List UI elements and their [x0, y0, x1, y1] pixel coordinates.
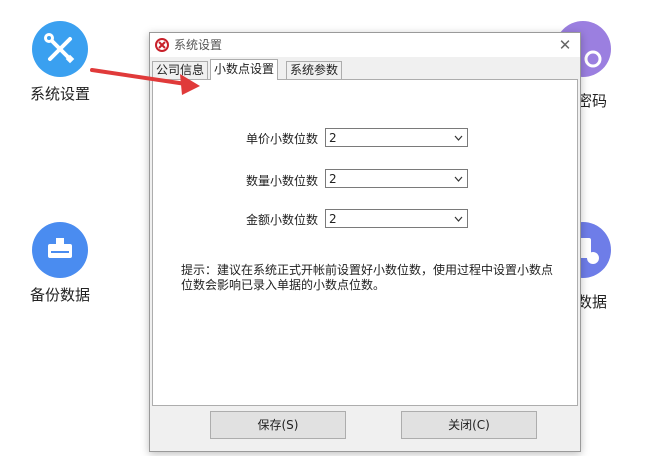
dialog-title: 系统设置: [174, 38, 223, 52]
system-settings-dialog: 系统设置 ✕ 公司信息 小数点设置 系统参数 单价小数位数 2 数量小数位数 2…: [149, 32, 581, 452]
hint-text: 提示：建议在系统正式开帐前设置好小数位数，使用过程中设置小数点位数会影响已录入单…: [181, 263, 554, 292]
tab-decimal-settings[interactable]: 小数点设置: [210, 59, 279, 80]
amount-decimals-label: 金额小数位数: [245, 213, 318, 227]
tools-icon: [32, 21, 88, 77]
database-backup-icon: [32, 222, 88, 278]
unit-price-decimals-select[interactable]: 2: [325, 128, 468, 147]
chevron-down-icon: [454, 216, 463, 222]
select-value: 2: [329, 172, 337, 186]
decimal-settings-panel: 单价小数位数 2 数量小数位数 2 金额小数位数 2 提示：建议在系统正式开帐前…: [152, 79, 578, 406]
tab-company-info[interactable]: 公司信息: [152, 61, 209, 79]
desktop-icon-backup-data[interactable]: 备份数据: [25, 222, 95, 305]
app-logo-icon: [155, 38, 169, 52]
amount-decimals-select[interactable]: 2: [325, 209, 468, 228]
chevron-down-icon: [454, 135, 463, 141]
quantity-decimals-label: 数量小数位数: [245, 174, 318, 188]
close-icon[interactable]: ✕: [556, 33, 574, 57]
desktop-icon-label: 密码: [577, 92, 608, 110]
unit-price-decimals-label: 单价小数位数: [245, 132, 318, 146]
desktop-icon-label: 系统设置: [29, 85, 90, 103]
save-button[interactable]: 保存(S): [210, 411, 346, 439]
tab-system-params[interactable]: 系统参数: [286, 61, 343, 79]
select-value: 2: [329, 131, 337, 145]
select-value: 2: [329, 212, 337, 226]
desktop-icon-system-settings[interactable]: 系统设置: [25, 21, 95, 104]
dialog-titlebar[interactable]: 系统设置 ✕: [150, 33, 580, 57]
desktop-icon-label: 数据: [577, 293, 608, 311]
quantity-decimals-select[interactable]: 2: [325, 169, 468, 188]
close-button[interactable]: 关闭(C): [401, 411, 537, 439]
chevron-down-icon: [454, 176, 463, 182]
desktop-icon-label: 备份数据: [29, 286, 90, 304]
